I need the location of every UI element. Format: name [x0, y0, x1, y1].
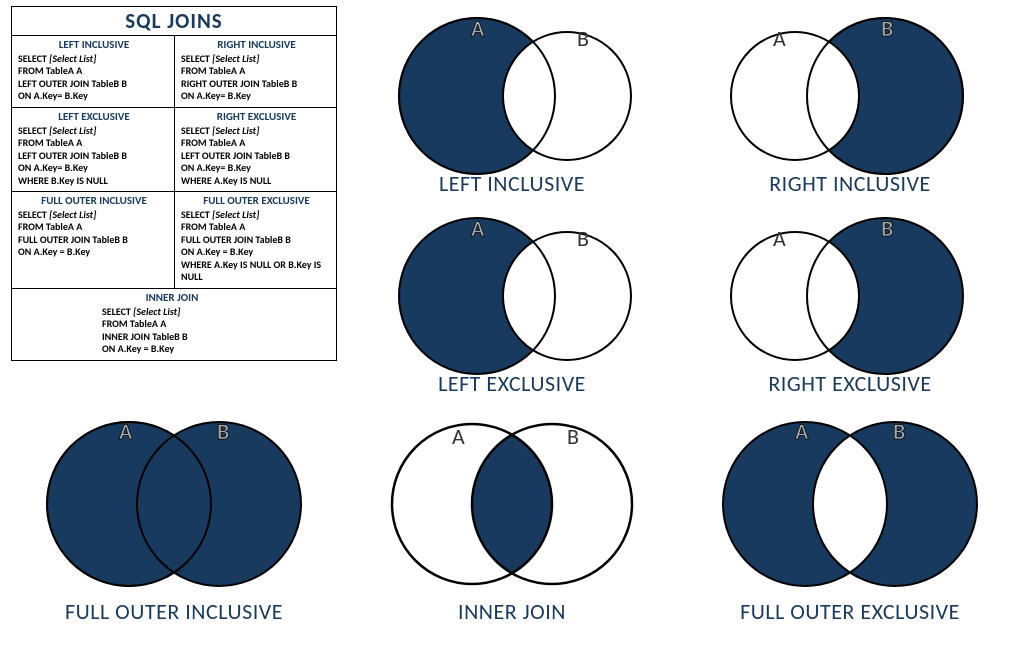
label-b: B — [577, 225, 589, 252]
ref-full-outer-exclusive: FULL OUTER EXCLUSIVE SELECT [Select List… — [174, 192, 336, 288]
ref-left-inclusive: LEFT INCLUSIVE SELECT [Select List] FROM… — [12, 36, 174, 107]
label-b: B — [881, 15, 893, 42]
label-a: A — [471, 15, 485, 42]
ref-full-outer-inclusive: FULL OUTER INCLUSIVE SELECT [Select List… — [12, 192, 174, 288]
venn-caption: LEFT INCLUSIVE — [439, 170, 585, 197]
ref-right-exclusive: RIGHT EXCLUSIVE SELECT [Select List] FRO… — [174, 108, 336, 191]
venn-right-inclusive: A B RIGHT INCLUSIVE — [680, 4, 1020, 204]
label-b: B — [217, 418, 229, 445]
venn-right-exclusive: A B RIGHT EXCLUSIVE — [680, 204, 1020, 404]
label-b: B — [577, 25, 589, 52]
venn-full-outer-inclusive: A B FULL OUTER INCLUSIVE — [4, 404, 344, 649]
venn-left-exclusive: A B LEFT EXCLUSIVE — [344, 204, 680, 404]
label-b: B — [893, 418, 905, 445]
venn-caption: FULL OUTER EXCLUSIVE — [740, 598, 960, 625]
diagram-grid: A B LEFT INCLUSIVE SQL JOINS LEFT INCLUS… — [4, 4, 1020, 649]
venn-caption: RIGHT EXCLUSIVE — [768, 370, 931, 397]
label-a: A — [773, 225, 786, 252]
label-a: A — [471, 215, 485, 242]
venn-full-outer-exclusive: A B FULL OUTER EXCLUSIVE — [680, 404, 1020, 649]
venn-caption: INNER JOIN — [458, 598, 566, 625]
ref-left-exclusive: LEFT EXCLUSIVE SELECT [Select List] FROM… — [12, 108, 174, 191]
venn-left-inclusive: A B LEFT INCLUSIVE — [344, 4, 680, 204]
ref-title: SQL JOINS — [12, 7, 336, 36]
venn-inner-join: A B INNER JOIN — [344, 404, 680, 649]
label-a: A — [795, 418, 809, 445]
venn-caption: LEFT EXCLUSIVE — [438, 370, 586, 397]
sql-reference-table: SQL JOINS LEFT INCLUSIVE SELECT [Select … — [11, 6, 337, 361]
ref-inner-join: INNER JOIN SELECT [Select List] FROM Tab… — [12, 289, 336, 360]
label-b: B — [567, 423, 579, 450]
label-a: A — [452, 423, 465, 450]
label-b: B — [881, 215, 893, 242]
label-a: A — [773, 25, 786, 52]
ref-right-inclusive: RIGHT INCLUSIVE SELECT [Select List] FRO… — [174, 36, 336, 107]
label-a: A — [119, 418, 133, 445]
venn-caption: RIGHT INCLUSIVE — [769, 170, 931, 197]
venn-caption: FULL OUTER INCLUSIVE — [65, 598, 283, 625]
